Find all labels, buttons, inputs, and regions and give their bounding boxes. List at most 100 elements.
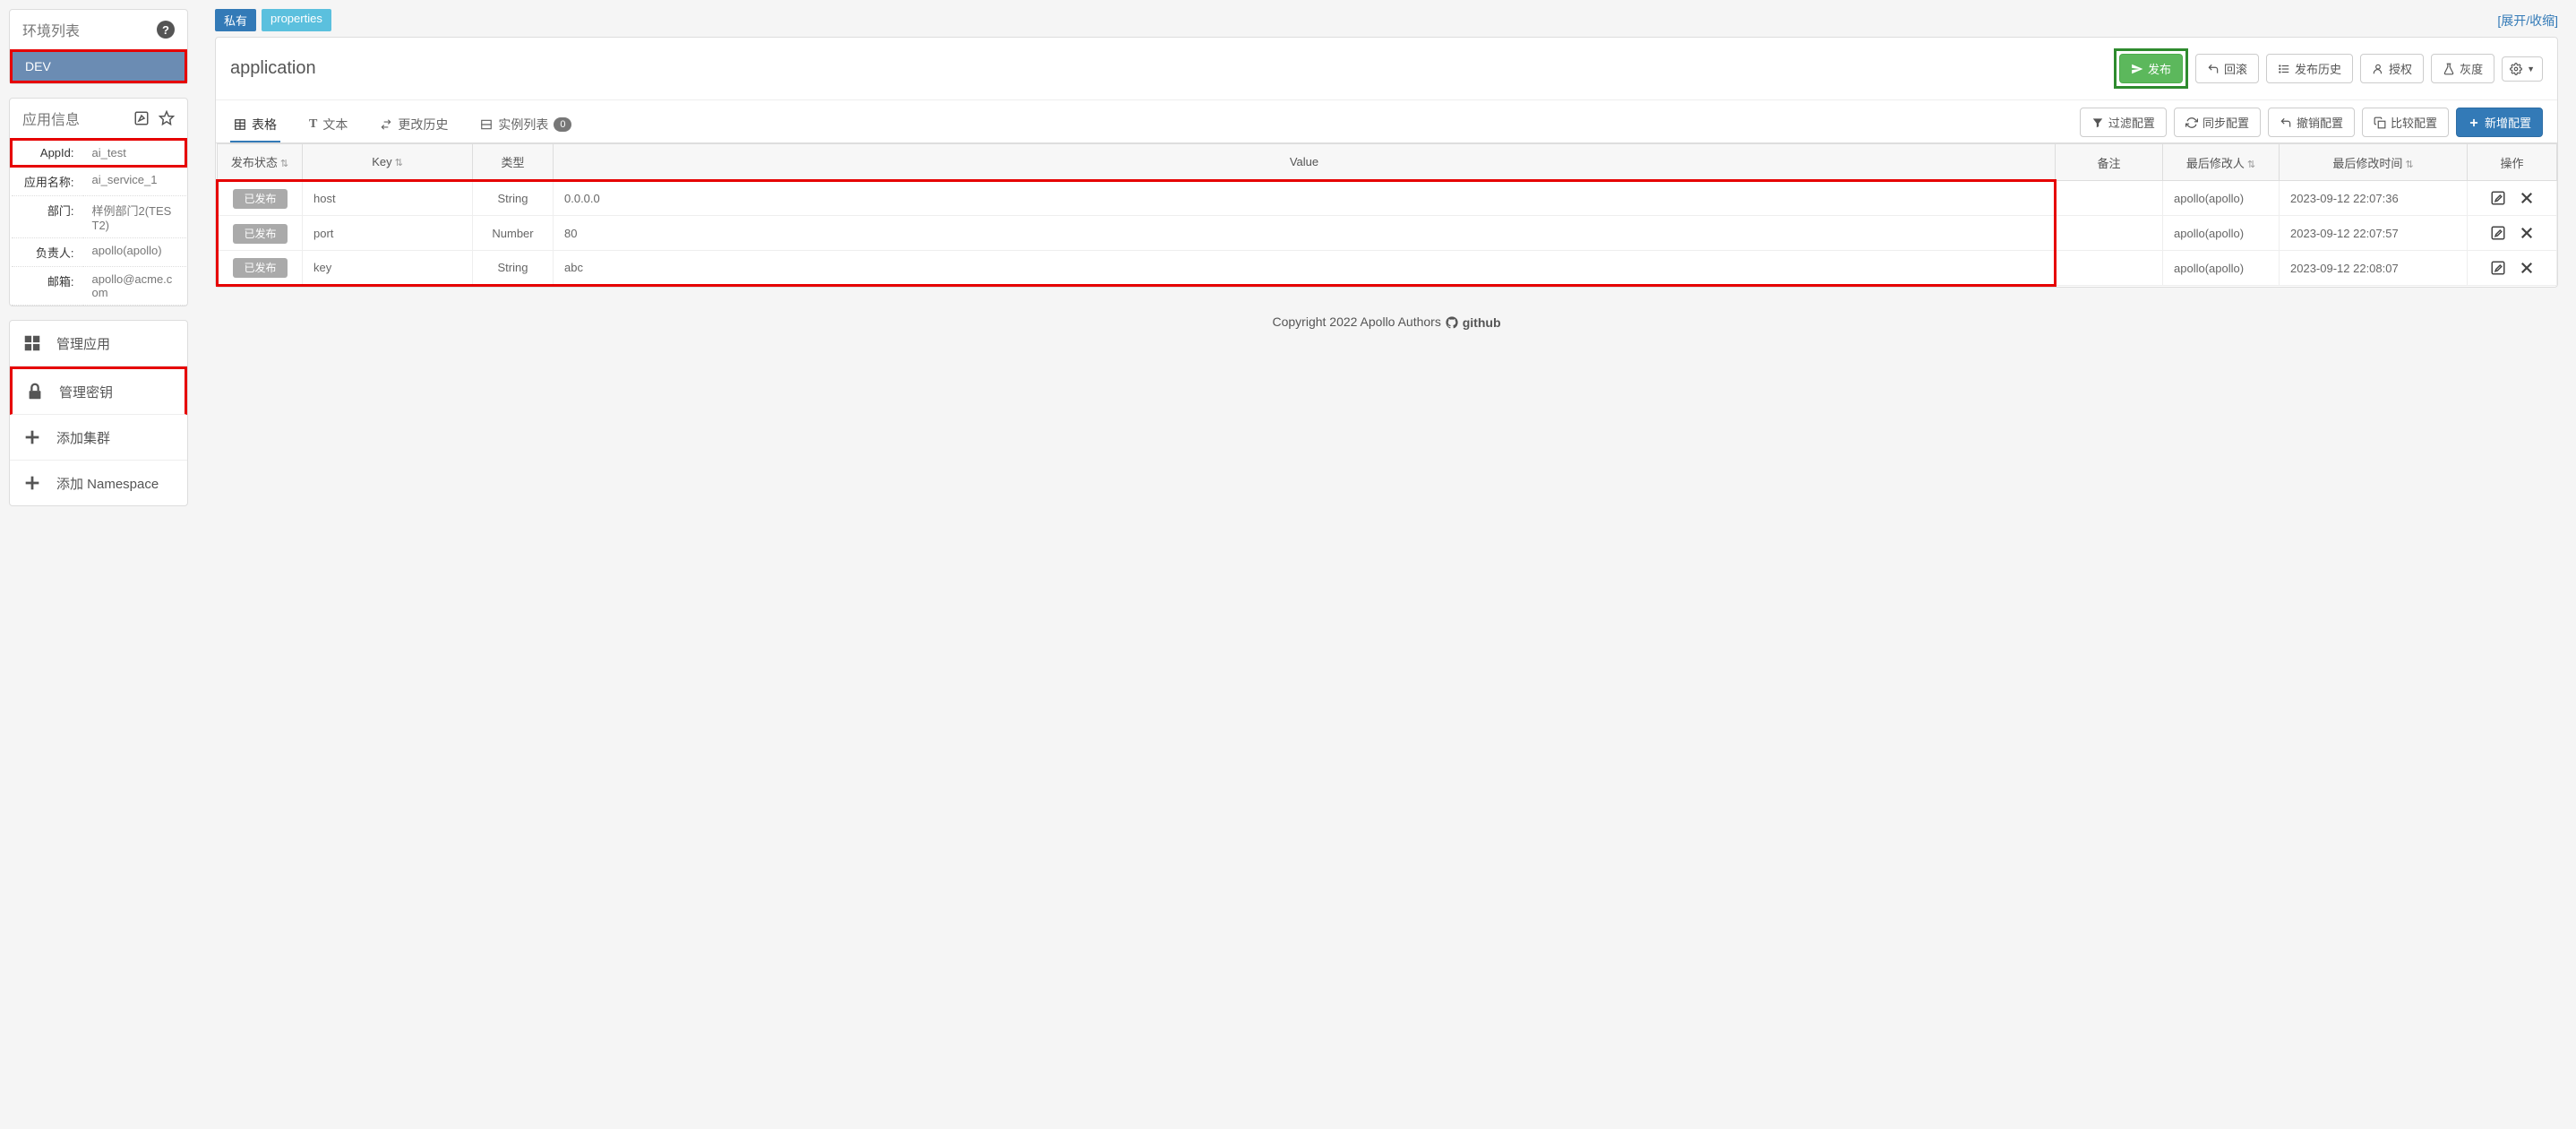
tab-instances-label: 实例列表 bbox=[498, 116, 548, 134]
sync-label: 同步配置 bbox=[2202, 114, 2249, 131]
dept-value: 样例部门2(TEST2) bbox=[83, 196, 186, 238]
edit-row-button[interactable] bbox=[2490, 260, 2506, 276]
cell-modified-at: 2023-09-12 22:07:36 bbox=[2280, 181, 2468, 216]
auth-button[interactable]: 授权 bbox=[2360, 54, 2424, 83]
app-info-panel: 应用信息 AppId: ai_test 应用名称: ai_se bbox=[9, 98, 188, 306]
delete-row-button[interactable] bbox=[2519, 260, 2535, 276]
cell-ops bbox=[2468, 216, 2557, 251]
cell-status: 已发布 bbox=[218, 251, 303, 286]
tab-text-label: 文本 bbox=[322, 116, 348, 134]
sync-config-button[interactable]: 同步配置 bbox=[2174, 108, 2261, 137]
table-icon bbox=[234, 118, 246, 131]
env-list-title: 环境列表 bbox=[22, 19, 80, 40]
email-label: 邮箱: bbox=[12, 267, 83, 306]
nav-label: 添加集群 bbox=[56, 428, 110, 447]
github-link[interactable]: github bbox=[1445, 315, 1501, 330]
list-icon bbox=[2278, 63, 2290, 75]
appname-value: ai_service_1 bbox=[83, 167, 186, 196]
cell-key: port bbox=[303, 216, 473, 251]
cell-ops bbox=[2468, 251, 2557, 286]
edit-app-icon[interactable] bbox=[133, 110, 150, 126]
nav-manage-app[interactable]: 管理应用 bbox=[10, 321, 187, 366]
copyright-text: Copyright 2022 Apollo Authors bbox=[1272, 315, 1440, 329]
namespace-box: application 发布 回滚 发布历史 bbox=[215, 37, 2558, 288]
app-info-title: 应用信息 bbox=[22, 108, 80, 129]
plus-icon bbox=[22, 427, 42, 447]
tab-change-history[interactable]: 更改历史 bbox=[376, 108, 451, 142]
edit-row-button[interactable] bbox=[2490, 190, 2506, 206]
nav-add-cluster[interactable]: 添加集群 bbox=[10, 415, 187, 461]
nav-manage-key[interactable]: 管理密钥 bbox=[10, 366, 187, 415]
tag-private: 私有 bbox=[215, 9, 256, 31]
rollback-button[interactable]: 回滚 bbox=[2195, 54, 2259, 83]
nav-add-namespace[interactable]: 添加 Namespace bbox=[10, 461, 187, 505]
user-icon bbox=[2372, 63, 2384, 75]
sort-icon: ⇅ bbox=[395, 158, 403, 168]
env-item-dev[interactable]: DEV bbox=[10, 49, 187, 83]
text-icon: T bbox=[309, 117, 317, 132]
favorite-icon[interactable] bbox=[159, 110, 175, 126]
appname-label: 应用名称: bbox=[12, 167, 83, 196]
plus-icon bbox=[22, 473, 42, 493]
history-button[interactable]: 发布历史 bbox=[2266, 54, 2353, 83]
col-modified-at[interactable]: 最后修改时间⇅ bbox=[2280, 144, 2468, 181]
github-label: github bbox=[1463, 315, 1501, 330]
publish-button[interactable]: 发布 bbox=[2119, 54, 2183, 83]
cell-status: 已发布 bbox=[218, 181, 303, 216]
col-ops: 操作 bbox=[2468, 144, 2557, 181]
tab-text[interactable]: T 文本 bbox=[305, 108, 351, 142]
table-row: 已发布keyStringabcapollo(apollo)2023-09-12 … bbox=[218, 251, 2557, 286]
refresh-icon bbox=[2185, 116, 2198, 129]
add-config-button[interactable]: 新增配置 bbox=[2456, 108, 2543, 137]
edit-row-button[interactable] bbox=[2490, 225, 2506, 241]
instance-count-badge: 0 bbox=[554, 117, 571, 132]
status-badge: 已发布 bbox=[233, 189, 287, 209]
footer: Copyright 2022 Apollo Authors github bbox=[215, 288, 2558, 357]
cell-modifier: apollo(apollo) bbox=[2163, 251, 2280, 286]
namespace-tags: 私有 properties bbox=[215, 9, 331, 31]
table-row: 已发布portNumber80apollo(apollo)2023-09-12 … bbox=[218, 216, 2557, 251]
tab-instances[interactable]: 实例列表 0 bbox=[477, 108, 575, 142]
status-badge: 已发布 bbox=[233, 258, 287, 278]
history-label: 发布历史 bbox=[2295, 60, 2341, 77]
nav-label: 管理密钥 bbox=[59, 383, 113, 401]
help-icon[interactable]: ? bbox=[157, 21, 175, 39]
sort-icon: ⇅ bbox=[2247, 159, 2255, 170]
server-icon bbox=[480, 118, 493, 131]
col-type: 类型 bbox=[473, 144, 554, 181]
tab-table[interactable]: 表格 bbox=[230, 108, 280, 142]
settings-button[interactable]: ▼ bbox=[2502, 56, 2543, 82]
col-key[interactable]: Key⇅ bbox=[303, 144, 473, 181]
revoke-config-button[interactable]: 撤销配置 bbox=[2268, 108, 2355, 137]
status-badge: 已发布 bbox=[233, 224, 287, 244]
cell-remark bbox=[2056, 251, 2163, 286]
col-modifier[interactable]: 最后修改人⇅ bbox=[2163, 144, 2280, 181]
expand-collapse-link[interactable]: [展开/收缩] bbox=[2497, 12, 2558, 30]
filter-config-button[interactable]: 过滤配置 bbox=[2080, 108, 2167, 137]
cell-modifier: apollo(apollo) bbox=[2163, 181, 2280, 216]
cell-modified-at: 2023-09-12 22:07:57 bbox=[2280, 216, 2468, 251]
dropdown-caret-icon: ▼ bbox=[2527, 65, 2535, 73]
plus-icon bbox=[2468, 116, 2480, 129]
undo-icon bbox=[2280, 116, 2292, 129]
delete-row-button[interactable] bbox=[2519, 225, 2535, 241]
gear-icon bbox=[2510, 63, 2522, 75]
rollback-label: 回滚 bbox=[2224, 60, 2247, 77]
cell-key: key bbox=[303, 251, 473, 286]
compare-config-button[interactable]: 比较配置 bbox=[2362, 108, 2449, 137]
config-table: 发布状态⇅ Key⇅ 类型 Value 备注 最后修改人⇅ 最后修改时间⇅ 操作… bbox=[216, 143, 2557, 287]
app-info-table: AppId: ai_test 应用名称: ai_service_1 部门: 样例… bbox=[10, 138, 187, 306]
tab-history-label: 更改历史 bbox=[398, 116, 448, 134]
cell-remark bbox=[2056, 216, 2163, 251]
appid-value: ai_test bbox=[83, 140, 186, 167]
tab-table-label: 表格 bbox=[252, 116, 277, 134]
copy-icon bbox=[2374, 116, 2386, 129]
nav-panel: 管理应用 管理密钥 添加集群 添加 Namespace bbox=[9, 320, 188, 506]
auth-label: 授权 bbox=[2389, 60, 2412, 77]
gray-label: 灰度 bbox=[2460, 60, 2483, 77]
email-value: apollo@acme.com bbox=[83, 267, 186, 306]
col-status[interactable]: 发布状态⇅ bbox=[218, 144, 303, 181]
delete-row-button[interactable] bbox=[2519, 190, 2535, 206]
nav-label: 管理应用 bbox=[56, 334, 110, 353]
gray-button[interactable]: 灰度 bbox=[2431, 54, 2494, 83]
